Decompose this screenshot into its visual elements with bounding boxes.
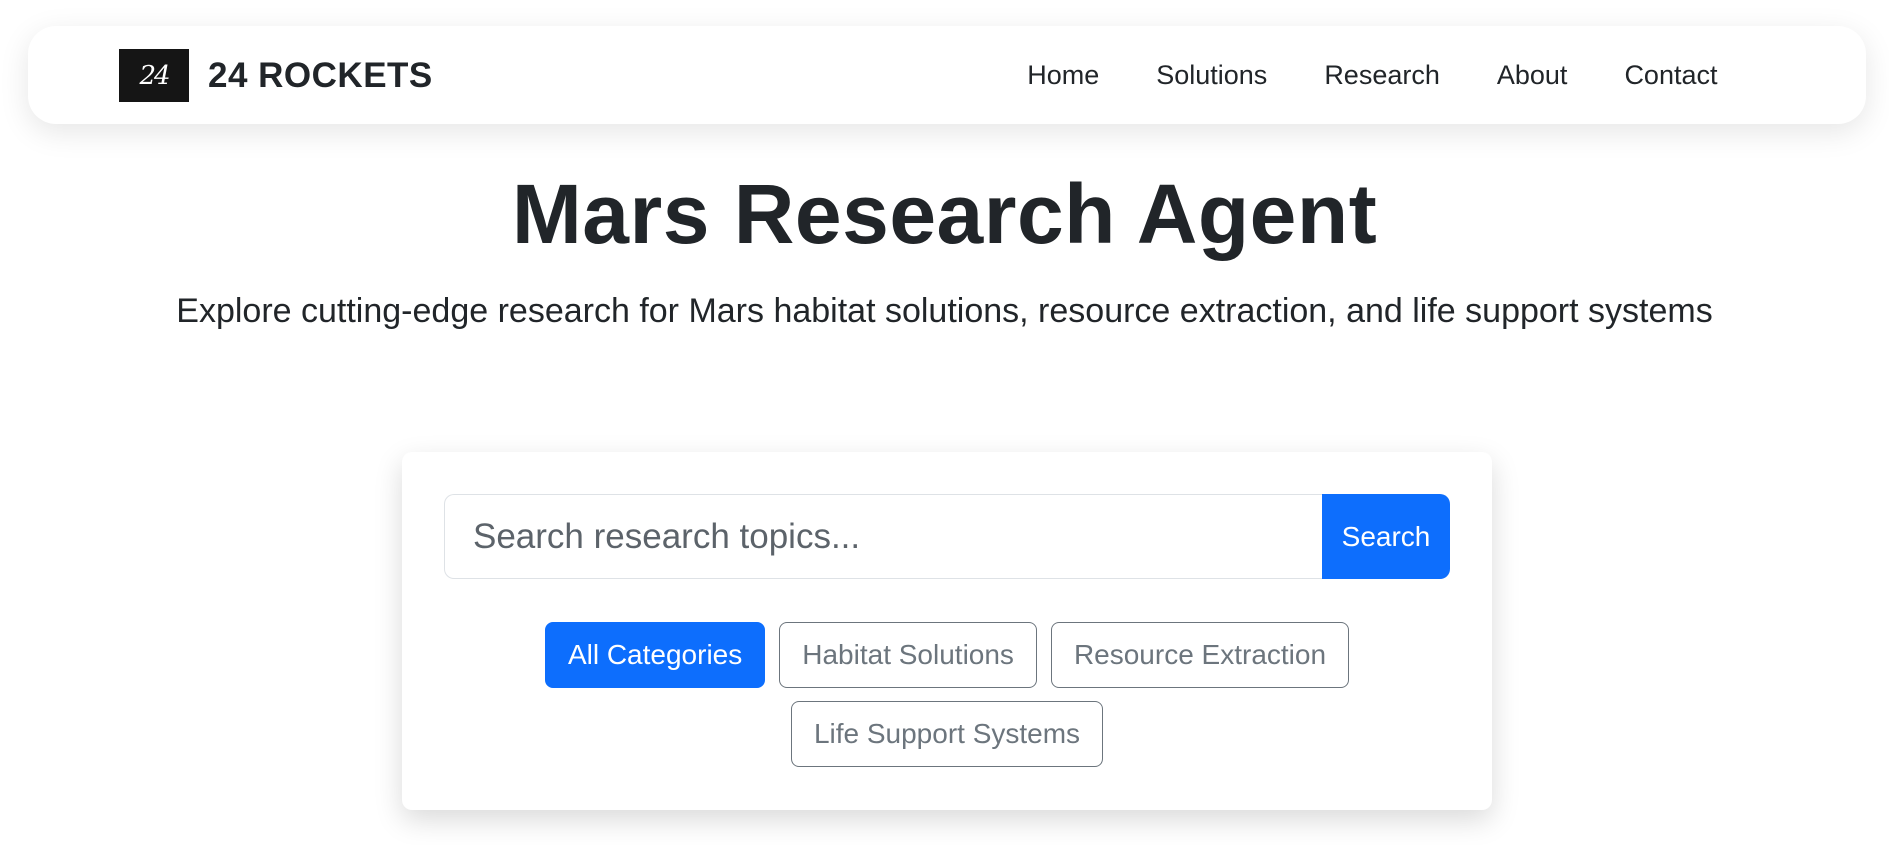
nav-links: Home Solutions Research About Contact bbox=[999, 26, 1746, 124]
page-subtitle: Explore cutting-edge research for Mars h… bbox=[176, 292, 1713, 330]
nav-link-home[interactable]: Home bbox=[999, 60, 1128, 91]
navbar: 24 24 ROCKETS Home Solutions Research Ab… bbox=[28, 26, 1866, 124]
filter-habitat-solutions[interactable]: Habitat Solutions bbox=[779, 622, 1037, 688]
24-rockets-logo-icon: 24 bbox=[119, 49, 189, 102]
search-button[interactable]: Search bbox=[1322, 494, 1450, 579]
filter-all-categories[interactable]: All Categories bbox=[544, 622, 766, 688]
filter-life-support-systems[interactable]: Life Support Systems bbox=[790, 701, 1104, 767]
brand-link[interactable]: 24 24 ROCKETS bbox=[119, 49, 433, 102]
category-filters: All Categories Habitat Solutions Resourc… bbox=[402, 622, 1492, 767]
filter-resource-extraction[interactable]: Resource Extraction bbox=[1050, 622, 1350, 688]
search-input[interactable] bbox=[444, 494, 1322, 579]
nav-link-contact[interactable]: Contact bbox=[1596, 60, 1746, 91]
nav-link-solutions[interactable]: Solutions bbox=[1128, 60, 1296, 91]
brand-name: 24 ROCKETS bbox=[208, 55, 433, 95]
search-group: Search bbox=[444, 494, 1450, 579]
page-title: Mars Research Agent bbox=[511, 167, 1378, 261]
search-card: Search All Categories Habitat Solutions … bbox=[402, 452, 1492, 810]
nav-link-about[interactable]: About bbox=[1468, 60, 1596, 91]
nav-link-research[interactable]: Research bbox=[1296, 60, 1469, 91]
